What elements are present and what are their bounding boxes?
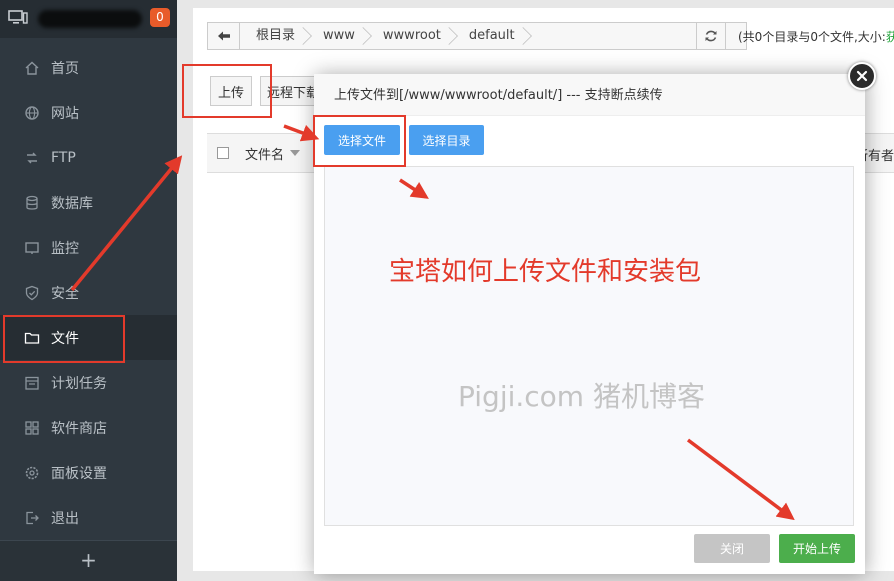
back-button[interactable] (208, 23, 240, 49)
notification-badge[interactable]: 0 (150, 8, 170, 27)
highlight-upload-button (182, 64, 272, 118)
monitor-icon (24, 240, 40, 256)
sidebar-item-home[interactable]: 首页 (0, 45, 177, 90)
home-icon (24, 60, 40, 76)
globe-icon (24, 105, 40, 121)
sidebar-item-label: 面板设置 (51, 465, 107, 482)
select-all-checkbox[interactable] (217, 147, 229, 159)
sidebar-item-cron[interactable]: 计划任务 (0, 360, 177, 405)
start-upload-button[interactable]: 开始上传 (779, 534, 855, 563)
directory-summary-text: (共0个目录与0个文件,大小: (738, 30, 886, 44)
gear-icon (24, 465, 40, 481)
highlight-select-file (313, 115, 406, 167)
database-icon (24, 195, 40, 211)
refresh-icon (705, 30, 717, 42)
refresh-button[interactable] (696, 22, 726, 50)
sidebar: 0 首页 网站 FTP 数据库 监控 安全 文件 计划任务 软件商店 面板设置 (0, 0, 177, 581)
sidebar-add-button[interactable]: + (0, 540, 177, 581)
shield-icon (24, 285, 40, 301)
sidebar-item-label: 软件商店 (51, 420, 107, 437)
sidebar-item-logout[interactable]: 退出 (0, 495, 177, 540)
dialog-close-button[interactable] (848, 62, 876, 90)
sidebar-item-label: FTP (51, 149, 76, 166)
close-button[interactable]: 关闭 (694, 534, 770, 563)
sidebar-item-label: 退出 (51, 510, 79, 527)
ftp-icon (24, 150, 40, 166)
close-icon (856, 70, 868, 82)
upload-dropzone[interactable]: 宝塔如何上传文件和安装包 Pigji.com 猪机博客 (324, 166, 854, 526)
sidebar-item-security[interactable]: 安全 (0, 270, 177, 315)
sidebar-item-websites[interactable]: 网站 (0, 90, 177, 135)
server-icon (8, 10, 28, 24)
account-name-redacted (38, 10, 142, 28)
overlay-headline: 宝塔如何上传文件和安装包 (389, 257, 702, 287)
watermark-text: Pigji.com 猪机博客 (458, 380, 705, 413)
grid-icon (24, 420, 40, 436)
sidebar-header: 0 (0, 0, 177, 38)
sidebar-item-app-store[interactable]: 软件商店 (0, 405, 177, 450)
sidebar-item-monitor[interactable]: 监控 (0, 225, 177, 270)
breadcrumb-default[interactable]: default (453, 23, 527, 49)
arrow-left-icon (217, 31, 230, 41)
directory-size: 获 (885, 30, 894, 44)
sidebar-item-label: 安全 (51, 285, 79, 302)
column-filename[interactable]: 文件名 (245, 144, 284, 163)
breadcrumb-root[interactable]: 根目录 (240, 23, 307, 49)
directory-summary: (共0个目录与0个文件,大小:获 (738, 28, 894, 45)
select-directory-button[interactable]: 选择目录 (409, 125, 484, 155)
sidebar-item-label: 计划任务 (51, 375, 107, 392)
path-breadcrumb: 根目录 www wwwroot default (207, 22, 747, 50)
sidebar-item-label: 监控 (51, 240, 79, 257)
sidebar-item-label: 网站 (51, 105, 79, 122)
sidebar-item-label: 数据库 (51, 195, 93, 212)
sort-desc-icon[interactable] (290, 150, 301, 156)
sidebar-item-database[interactable]: 数据库 (0, 180, 177, 225)
upload-dialog-title: 上传文件到[/www/wwwroot/default/] --- 支持断点续传 (314, 74, 865, 116)
breadcrumb-wwwroot[interactable]: wwwroot (367, 23, 453, 49)
sidebar-item-settings[interactable]: 面板设置 (0, 450, 177, 495)
sidebar-item-label: 首页 (51, 60, 79, 77)
sidebar-item-ftp[interactable]: FTP (0, 135, 177, 180)
logout-icon (24, 510, 40, 526)
highlight-files-menu (3, 315, 125, 363)
clock-icon (24, 375, 40, 391)
breadcrumb-www[interactable]: www (307, 23, 367, 49)
